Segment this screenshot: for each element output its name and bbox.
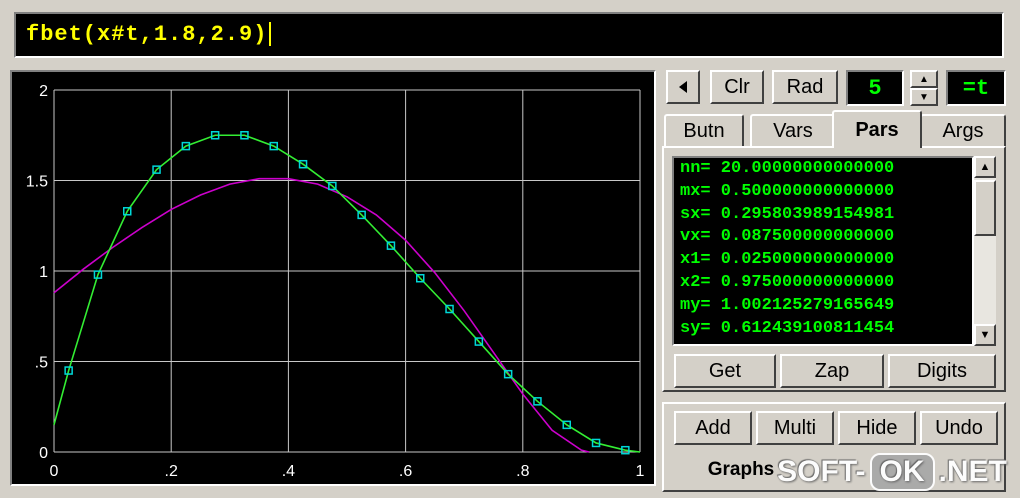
par-row-x1: x1= 0.025000000000000 bbox=[680, 250, 895, 270]
digits-display: 5 bbox=[846, 70, 904, 106]
tab-args[interactable]: Args bbox=[920, 114, 1006, 146]
tab-vars[interactable]: Vars bbox=[750, 114, 836, 146]
get-label: Get bbox=[708, 359, 742, 382]
add-button[interactable]: Add bbox=[674, 411, 752, 445]
digits-label: Digits bbox=[916, 359, 967, 382]
hide-button[interactable]: Hide bbox=[838, 411, 916, 445]
down-arrow-icon: ▼ bbox=[919, 91, 929, 103]
undo-label: Undo bbox=[935, 416, 983, 439]
tab-args-label: Args bbox=[942, 119, 984, 142]
y-tick-label: .5 bbox=[35, 355, 48, 372]
y-tick-label: 0 bbox=[39, 445, 48, 462]
par-row-vx: vx= 0.087500000000000 bbox=[680, 227, 895, 247]
scroll-thumb[interactable] bbox=[974, 180, 996, 236]
undo-button[interactable]: Undo bbox=[920, 411, 998, 445]
tab-graphs-label: Graphs bbox=[707, 459, 775, 480]
graph-area[interactable]: 0 .2 .4 .6 .8 1 0 .5 1 1.5 2 bbox=[10, 70, 656, 486]
y-tick-label: 1 bbox=[39, 264, 48, 281]
digits-button[interactable]: Digits bbox=[888, 354, 996, 388]
clr-label: Clr bbox=[724, 75, 750, 98]
series-line-green bbox=[53, 134, 641, 453]
multi-label: Multi bbox=[773, 416, 817, 439]
graph-canvas: 0 .2 .4 .6 .8 1 0 .5 1 1.5 2 bbox=[26, 83, 645, 480]
x-tick-label: 0 bbox=[50, 463, 59, 480]
x-tick-label: .6 bbox=[399, 463, 412, 480]
tab-pars-label: Pars bbox=[855, 118, 899, 141]
series-line-magenta bbox=[53, 177, 590, 453]
get-button[interactable]: Get bbox=[674, 354, 776, 388]
parameters-scrollbar[interactable]: ▲ ▼ bbox=[974, 156, 996, 346]
tab-vars-label: Vars bbox=[773, 119, 813, 142]
expression-text: fbet(x#t,1.8,2.9) bbox=[26, 22, 268, 47]
rad-label: Rad bbox=[786, 75, 824, 98]
spin-up-button[interactable]: ▲ bbox=[910, 70, 938, 88]
add-label: Add bbox=[695, 416, 731, 439]
par-row-sx: sx= 0.295803989154981 bbox=[680, 204, 895, 224]
hide-label: Hide bbox=[856, 416, 898, 439]
tab-butn-label: Butn bbox=[683, 119, 725, 142]
text-caret bbox=[269, 22, 272, 47]
variable-display: =t bbox=[946, 70, 1006, 106]
back-button[interactable] bbox=[666, 70, 700, 104]
scroll-down-button[interactable]: ▼ bbox=[974, 324, 996, 346]
scroll-up-icon: ▲ bbox=[979, 161, 991, 173]
left-triangle-icon bbox=[679, 81, 687, 93]
scroll-up-button[interactable]: ▲ bbox=[974, 156, 996, 178]
x-tick-label: 1 bbox=[636, 463, 645, 480]
scroll-down-icon: ▼ bbox=[979, 329, 991, 341]
digits-value: 5 bbox=[868, 75, 882, 101]
par-row-sy: sy= 0.612439100811454 bbox=[680, 318, 895, 338]
spin-down-button[interactable]: ▼ bbox=[910, 88, 938, 106]
multi-button[interactable]: Multi bbox=[756, 411, 834, 445]
up-arrow-icon: ▲ bbox=[919, 73, 929, 85]
x-tick-label: .4 bbox=[282, 463, 295, 480]
watermark-right: .NET bbox=[938, 455, 1007, 488]
clr-button[interactable]: Clr bbox=[710, 70, 764, 104]
par-row-x2: x2= 0.975000000000000 bbox=[680, 272, 895, 292]
tab-pars[interactable]: Pars bbox=[832, 110, 922, 148]
par-row-mx: mx= 0.500000000000000 bbox=[680, 181, 895, 201]
x-tick-label: .2 bbox=[165, 463, 178, 480]
expression-line: fbet(x#t,1.8,2.9) bbox=[26, 22, 272, 47]
watermark: SOFT- OK .NET bbox=[772, 452, 1012, 492]
par-row-my: my= 1.002125279165649 bbox=[680, 295, 895, 315]
y-tick-label: 1.5 bbox=[26, 174, 48, 191]
digits-spinner[interactable]: ▲ ▼ bbox=[910, 70, 938, 106]
expression-input[interactable]: fbet(x#t,1.8,2.9) bbox=[14, 12, 1004, 58]
rad-button[interactable]: Rad bbox=[772, 70, 838, 104]
par-row-nn: nn= 20.00000000000000 bbox=[680, 159, 895, 178]
watermark-left: SOFT- bbox=[777, 455, 866, 488]
zap-label: Zap bbox=[814, 359, 850, 382]
tab-butn[interactable]: Butn bbox=[664, 114, 744, 146]
x-tick-label: .8 bbox=[516, 463, 529, 480]
watermark-ok: OK bbox=[869, 453, 935, 491]
parameters-list[interactable]: nn= 20.00000000000000 mx= 0.500000000000… bbox=[672, 156, 974, 346]
y-tick-label: 2 bbox=[39, 83, 48, 100]
zap-button[interactable]: Zap bbox=[780, 354, 884, 388]
variable-value: =t bbox=[962, 75, 990, 101]
